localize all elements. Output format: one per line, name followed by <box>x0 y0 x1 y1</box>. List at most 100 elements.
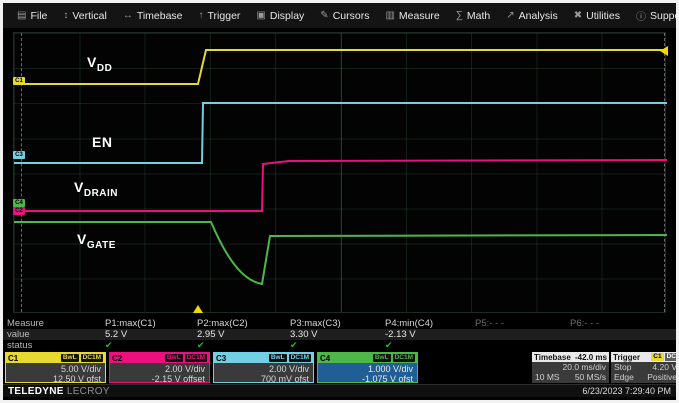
c2-offset: -2.15 V offset <box>110 374 205 383</box>
trigger-settings: Stop4.20 V EdgePositive <box>611 362 679 382</box>
descriptor-bar: C1 BwL DC1M 5.00 V/div 12.50 V ofst C2 B… <box>5 352 679 383</box>
trigger-box[interactable]: Trigger C1 DC Stop4.20 V EdgePositive <box>611 352 679 383</box>
c2-header: C2 BwL DC1M <box>110 353 209 363</box>
measure-icon: ▥ <box>385 10 394 21</box>
p3-status-check-icon: ✔ <box>290 340 298 351</box>
menu-file-label: File <box>30 10 47 22</box>
datetime: 6/23/2023 7:29:40 PM <box>582 386 671 396</box>
c3-descriptor-box[interactable]: C3 BwL DC1M 2.00 V/div 700 mV ofst <box>213 352 314 383</box>
c3-settings: 2.00 V/div 700 mV ofst <box>214 363 313 383</box>
c2-bwl-badge: BwL <box>165 354 183 362</box>
c3-offset: 700 mV ofst <box>214 374 309 383</box>
oscilloscope-screen: ▤ File ↕Vertical ↔Timebase ↑ Trigger ▣Disp… <box>0 0 679 403</box>
p4-status-check-icon: ✔ <box>385 340 393 351</box>
file-icon: ▤ <box>17 10 26 21</box>
measure-p1-value: 5.2 V <box>105 329 127 340</box>
menu-math[interactable]: ∑Math <box>448 3 498 28</box>
c1-settings: 5.00 V/div 12.50 V ofst <box>6 363 105 383</box>
waveform-svg <box>14 33 667 314</box>
c3-coupling-badge: DC1M <box>289 354 311 362</box>
trace-label-en: EN <box>92 134 112 154</box>
menu-file[interactable]: ▤ File <box>9 3 55 28</box>
menu-utilities[interactable]: ✖ Utilities <box>566 3 628 28</box>
menu-support-label: Support <box>650 10 679 22</box>
measure-p5-header[interactable]: P5:- - - <box>475 318 504 329</box>
timebase-per-div: 20.0 ms/div <box>563 362 606 372</box>
trigger-source-badge: C1 <box>651 353 663 361</box>
status-row-label: status <box>7 340 32 351</box>
c3-vdiv: 2.00 V/div <box>214 364 309 374</box>
menu-vertical[interactable]: ↕Vertical <box>55 3 114 28</box>
menu-analysis[interactable]: ↗Analysis <box>498 3 566 28</box>
trigger-icon: ↑ <box>199 10 204 21</box>
measure-p4-header[interactable]: P4:min(C4) <box>385 318 433 329</box>
trigger-level-marker[interactable] <box>660 46 668 56</box>
menu-bar: ▤ File ↕Vertical ↔Timebase ↑ Trigger ▣Disp… <box>3 3 676 28</box>
menu-vertical-label: Vertical <box>72 10 106 22</box>
c4-offset: -1.075 V ofst <box>318 374 413 383</box>
c1-offset: 12.50 V ofst <box>6 374 101 383</box>
menu-trigger-label: Trigger <box>208 10 241 22</box>
teledyne-lecroy-logo: TELEDYNE LECROY <box>8 386 110 397</box>
c4-vdiv: 1.000 V/div <box>318 364 413 374</box>
c4-zero-marker[interactable]: C4 <box>13 199 25 207</box>
measure-p6-header[interactable]: P6:- - - <box>570 318 599 329</box>
c2-zero-marker[interactable]: C2 <box>13 207 25 215</box>
brand-light: LECROY <box>67 386 110 397</box>
status-bar: TELEDYNE LECROY 6/23/2023 7:29:40 PM <box>3 384 676 397</box>
measure-p1-header[interactable]: P1:max(C1) <box>105 318 156 329</box>
c1-descriptor-box[interactable]: C1 BwL DC1M 5.00 V/div 12.50 V ofst <box>5 352 106 383</box>
c2-settings: 2.00 V/div -2.15 V offset <box>110 363 209 383</box>
menu-measure-label: Measure <box>399 10 440 22</box>
c1-label: C1 <box>8 354 59 363</box>
timebase-rate: 50 MS/s <box>575 372 606 382</box>
c2-descriptor-box[interactable]: C2 BwL DC1M 2.00 V/div -2.15 V offset <box>109 352 210 383</box>
trigger-mode: Stop <box>614 362 632 372</box>
c4-label: C4 <box>320 354 371 363</box>
measure-p3-value: 3.30 V <box>290 329 317 340</box>
p1-status-check-icon: ✔ <box>105 340 113 351</box>
menu-measure[interactable]: ▥ Measure <box>377 3 447 28</box>
menu-cursors[interactable]: ✎ Cursors <box>312 3 377 28</box>
trace-label-vdd: VDD <box>87 54 112 74</box>
menu-cursors-label: Cursors <box>333 10 370 22</box>
c4-settings: 1.000 V/div -1.075 V ofst <box>318 363 417 383</box>
measure-p2-header[interactable]: P2:max(C2) <box>197 318 248 329</box>
timebase-box[interactable]: Timebase -42.0 ms 20.0 ms/div 10 MS50 MS… <box>532 352 609 383</box>
trigger-coupling-badge: DC <box>665 353 678 361</box>
menu-trigger[interactable]: ↑ Trigger <box>191 3 249 28</box>
c3-zero-marker[interactable]: C3 <box>13 151 25 159</box>
c1-zero-marker[interactable]: C1 <box>13 77 25 85</box>
cursors-icon: ✎ <box>320 10 328 21</box>
c3-bwl-badge: BwL <box>269 354 287 362</box>
trigger-time-marker[interactable] <box>193 305 203 313</box>
c4-descriptor-box[interactable]: C4 BwL DC1M 1.000 V/div -1.075 V ofst <box>317 352 418 383</box>
menu-utilities-label: Utilities <box>586 10 620 22</box>
measure-p3-header[interactable]: P3:max(C3) <box>290 318 341 329</box>
menu-display[interactable]: ▣Display <box>248 3 312 28</box>
brand-bold: TELEDYNE <box>8 386 64 397</box>
waveform-grid: C1 C3 C2 C4 VDD EN VDRAIN VGATE <box>13 32 666 313</box>
measure-p2-value: 2.95 V <box>197 329 224 340</box>
trace-label-vgate: VGATE <box>77 231 116 251</box>
menu-math-label: Math <box>467 10 490 22</box>
menu-support[interactable]: ⓘSupport <box>628 3 679 28</box>
c2-coupling-badge: DC1M <box>185 354 207 362</box>
value-row-label: value <box>7 329 30 340</box>
c1-vdiv: 5.00 V/div <box>6 364 101 374</box>
timebase-title: Timebase <box>534 353 571 362</box>
c3-header: C3 BwL DC1M <box>214 353 313 363</box>
c3-label: C3 <box>216 354 267 363</box>
trigger-title: Trigger <box>613 353 640 362</box>
c2-label: C2 <box>112 354 163 363</box>
menu-timebase[interactable]: ↔Timebase <box>115 3 191 28</box>
utilities-icon: ✖ <box>574 10 582 21</box>
c1-bwl-badge: BwL <box>61 354 79 362</box>
timebase-delay: -42.0 ms <box>575 353 607 362</box>
measure-status-row: status ✔ ✔ ✔ ✔ <box>3 340 676 351</box>
c1-header: C1 BwL DC1M <box>6 353 105 363</box>
measure-header-row: Measure P1:max(C1) P2:max(C2) P3:max(C3)… <box>3 318 676 329</box>
trigger-level: 4.20 V <box>652 362 677 372</box>
c2-vdiv: 2.00 V/div <box>110 364 205 374</box>
timebase-header: Timebase -42.0 ms <box>532 352 609 362</box>
